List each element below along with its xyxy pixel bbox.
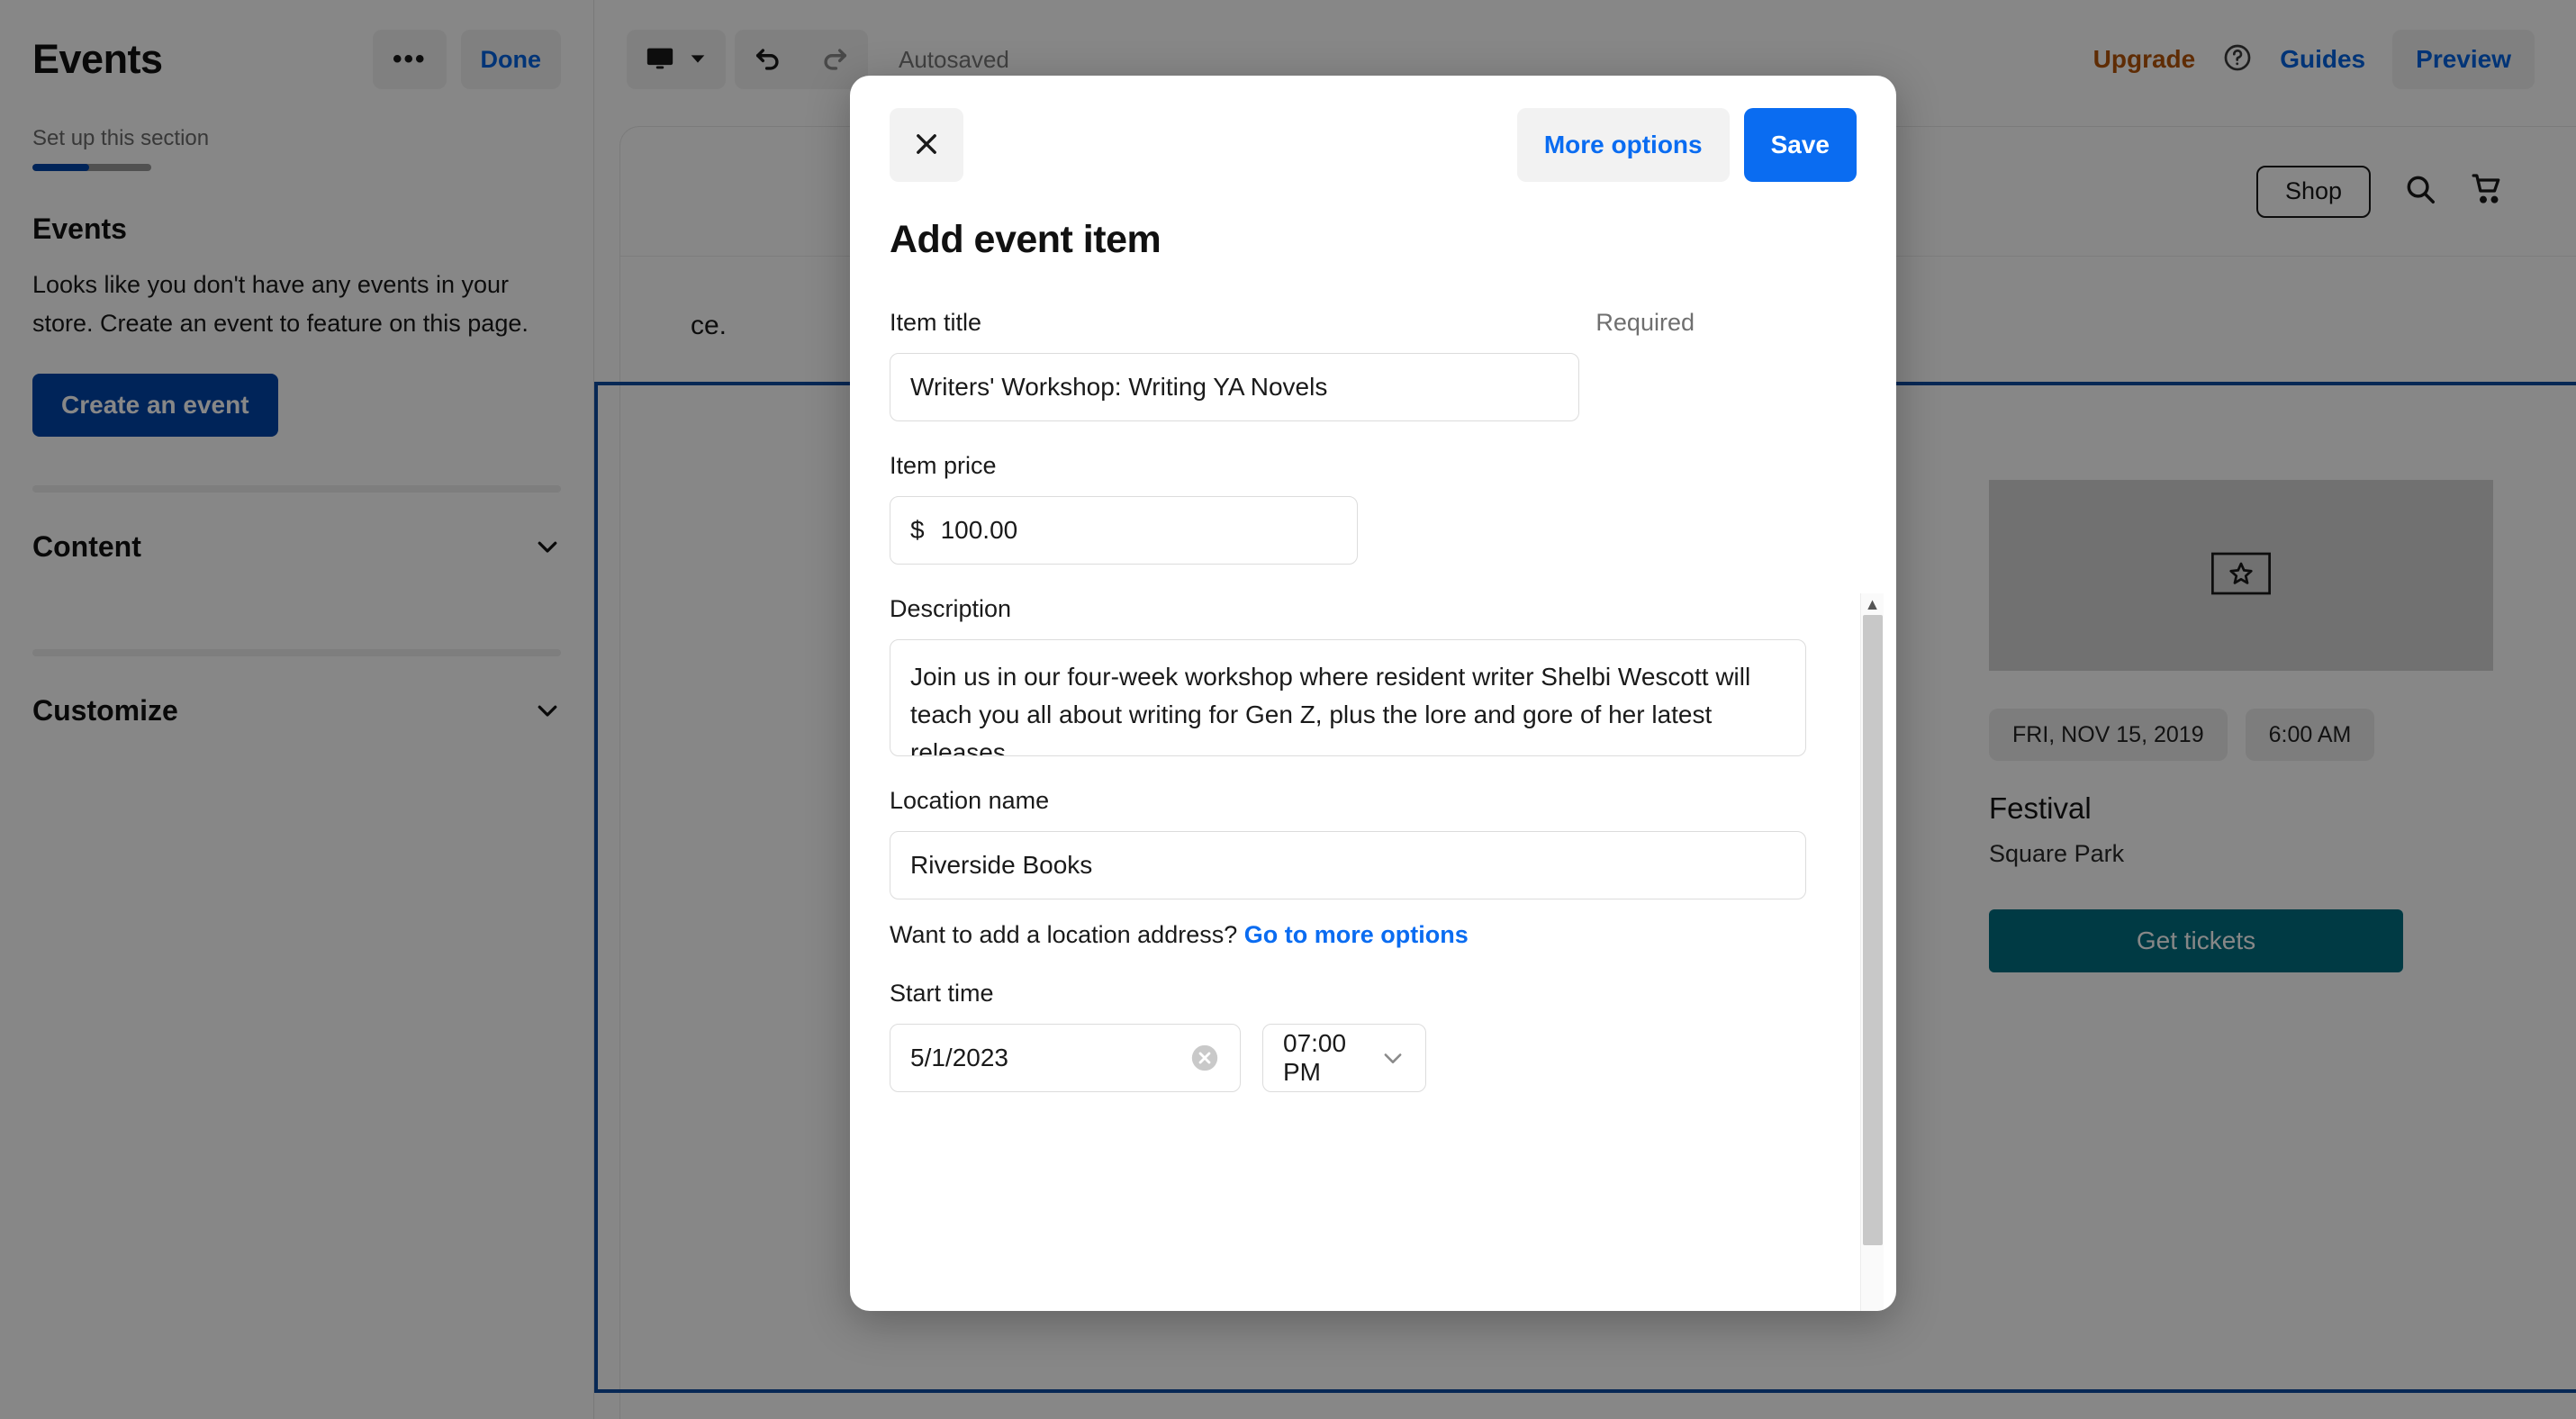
- location-name-input[interactable]: Riverside Books: [890, 831, 1806, 899]
- item-price-label: Item price: [890, 452, 997, 479]
- start-date-input[interactable]: 5/1/2023: [890, 1024, 1241, 1092]
- modal-scrollbar-thumb[interactable]: [1863, 615, 1883, 1245]
- clear-circle-x-icon[interactable]: [1189, 1043, 1220, 1073]
- start-time-row: 5/1/2023 07:00 PM: [890, 1024, 1857, 1092]
- start-time-value: 07:00 PM: [1283, 1029, 1347, 1086]
- item-price-value: 100.00: [940, 516, 1018, 544]
- modal-form-scroll-area: Item title Required Writers' Workshop: W…: [850, 289, 1896, 1311]
- chevron-down-icon: [1380, 1045, 1406, 1071]
- description-textarea[interactable]: Join us in our four-week workshop where …: [890, 639, 1806, 756]
- item-title-input[interactable]: Writers' Workshop: Writing YA Novels: [890, 353, 1579, 421]
- field-start-time: Start time 5/1/2023 07:00 PM: [890, 980, 1857, 1092]
- screen-root: Events ••• Done Set up this section Even…: [0, 0, 2576, 1419]
- location-helper-text: Want to add a location address?: [890, 921, 1244, 948]
- location-name-value: Riverside Books: [910, 851, 1093, 879]
- item-title-label: Item title: [890, 309, 982, 336]
- start-time-label: Start time: [890, 980, 994, 1007]
- description-value: Join us in our four-week workshop where …: [910, 663, 1751, 756]
- scroll-up-arrow-icon[interactable]: ▲: [1865, 593, 1881, 615]
- field-item-title: Item title Required Writers' Workshop: W…: [890, 309, 1857, 421]
- go-to-more-options-link[interactable]: Go to more options: [1244, 921, 1469, 948]
- modal-title: Add event item: [890, 218, 1161, 261]
- save-button[interactable]: Save: [1743, 108, 1857, 182]
- currency-symbol: $: [910, 516, 925, 544]
- start-date-value: 5/1/2023: [910, 1044, 1008, 1071]
- add-event-item-modal: More options Save Add event item Item ti…: [850, 76, 1896, 1311]
- location-helper-row: Want to add a location address? Go to mo…: [890, 921, 1857, 949]
- start-time-select[interactable]: 07:00 PM: [1262, 1024, 1426, 1092]
- item-price-input[interactable]: $ 100.00: [890, 496, 1358, 565]
- modal-header-actions: More options Save: [1516, 108, 1857, 182]
- modal-scrollbar-track[interactable]: [1861, 615, 1884, 1311]
- close-button[interactable]: [890, 108, 963, 182]
- item-title-label-row: Item title Required: [890, 309, 1857, 337]
- close-x-icon: [911, 129, 942, 162]
- item-title-required-note: Required: [1595, 309, 1695, 336]
- item-title-value: Writers' Workshop: Writing YA Novels: [910, 373, 1328, 401]
- description-label: Description: [890, 595, 1012, 622]
- field-item-price: Item price $ 100.00: [890, 452, 1857, 565]
- field-location-name: Location name Riverside Books Want to ad…: [890, 787, 1857, 949]
- field-description: Description Join us in our four-week wor…: [890, 595, 1857, 756]
- more-options-button[interactable]: More options: [1516, 108, 1730, 182]
- modal-header: More options Save: [850, 76, 1896, 182]
- modal-scrollbar[interactable]: ▲ ▼: [1860, 593, 1884, 1311]
- location-name-label: Location name: [890, 787, 1050, 814]
